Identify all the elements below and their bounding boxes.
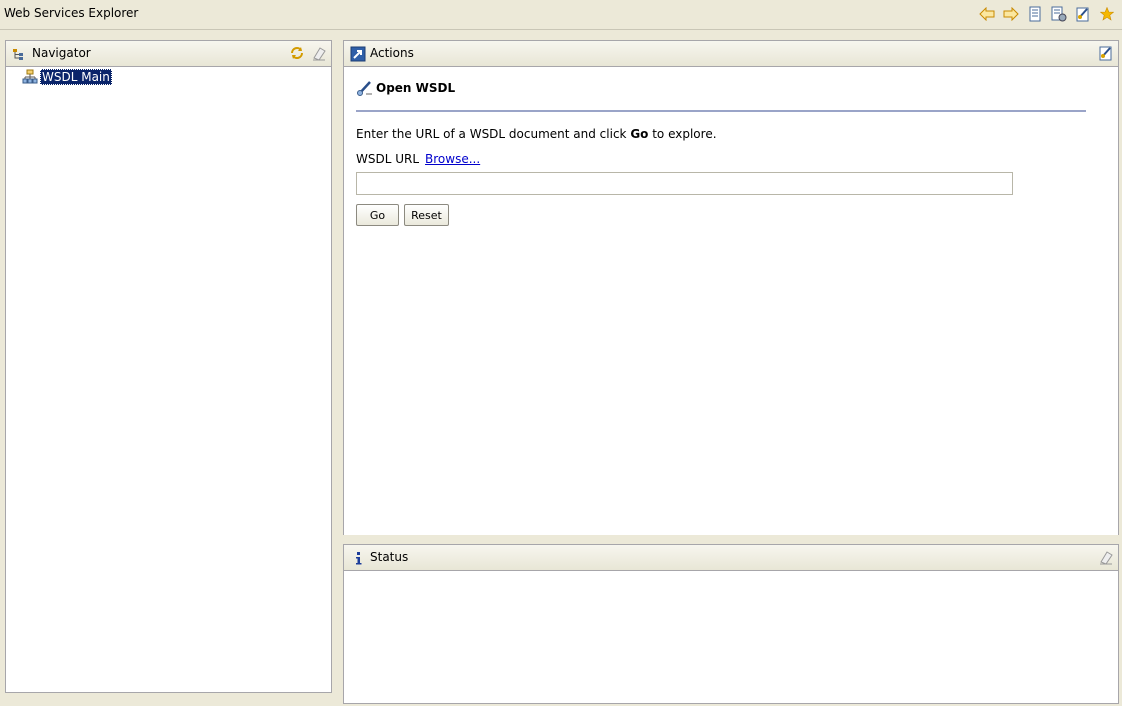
actions-arrow-icon bbox=[350, 46, 366, 62]
navigator-panel: Navigator WSDL Main bbox=[5, 40, 332, 693]
wsdl-url-label: WSDL URL bbox=[356, 152, 420, 166]
info-icon bbox=[350, 550, 366, 566]
refresh-icon[interactable] bbox=[289, 45, 305, 64]
status-header: Status bbox=[344, 545, 1118, 571]
wsdl-url-input[interactable] bbox=[356, 172, 1013, 195]
instruction-go-bold: Go bbox=[630, 127, 649, 141]
wsdl-tree-icon bbox=[22, 69, 38, 85]
forward-arrow-icon[interactable] bbox=[1002, 5, 1020, 23]
navigator-title: Navigator bbox=[32, 46, 91, 60]
form-title: Open WSDL bbox=[376, 81, 456, 95]
status-panel: Status bbox=[343, 544, 1119, 704]
navigator-tree-icon bbox=[12, 46, 28, 62]
toolbar bbox=[978, 3, 1116, 25]
instruction-prefix: Enter the URL of a WSDL document and cli… bbox=[356, 127, 631, 141]
wsdl-page-icon[interactable] bbox=[1098, 45, 1114, 64]
vertical-splitter[interactable] bbox=[332, 30, 343, 706]
horizontal-splitter[interactable] bbox=[343, 535, 1122, 544]
url-label-row: WSDL URL Browse... bbox=[356, 152, 480, 166]
actions-header: Actions bbox=[344, 41, 1118, 67]
heading-divider bbox=[356, 110, 1086, 112]
back-arrow-icon[interactable] bbox=[978, 5, 996, 23]
browse-link[interactable]: Browse... bbox=[425, 152, 480, 166]
app-window: Web Services Explorer Navigator WSDL Mai… bbox=[0, 0, 1122, 706]
actions-panel: Actions Open WSDL Enter the URL of a WSD… bbox=[343, 40, 1119, 535]
reset-button[interactable]: Reset bbox=[404, 204, 449, 226]
form-heading: Open WSDL bbox=[356, 79, 455, 97]
open-wsdl-icon bbox=[356, 79, 374, 97]
clear-eraser-icon[interactable] bbox=[1098, 549, 1114, 568]
favorites-star-icon[interactable] bbox=[1098, 5, 1116, 23]
document-icon[interactable] bbox=[1026, 5, 1044, 23]
navigator-header: Navigator bbox=[6, 41, 331, 67]
wsdl-page-icon[interactable] bbox=[1074, 5, 1092, 23]
window-title: Web Services Explorer bbox=[4, 6, 139, 20]
instruction-text: Enter the URL of a WSDL document and cli… bbox=[356, 127, 717, 141]
actions-title: Actions bbox=[370, 46, 414, 60]
clear-eraser-icon[interactable] bbox=[311, 45, 327, 64]
tree-item-wsdl-main[interactable]: WSDL Main bbox=[22, 69, 112, 85]
instruction-suffix: to explore. bbox=[648, 127, 717, 141]
document-gear-icon[interactable] bbox=[1050, 5, 1068, 23]
go-button[interactable]: Go bbox=[356, 204, 399, 226]
status-title: Status bbox=[370, 550, 409, 564]
title-bar: Web Services Explorer bbox=[0, 0, 1122, 30]
tree-item-label: WSDL Main bbox=[40, 69, 112, 85]
